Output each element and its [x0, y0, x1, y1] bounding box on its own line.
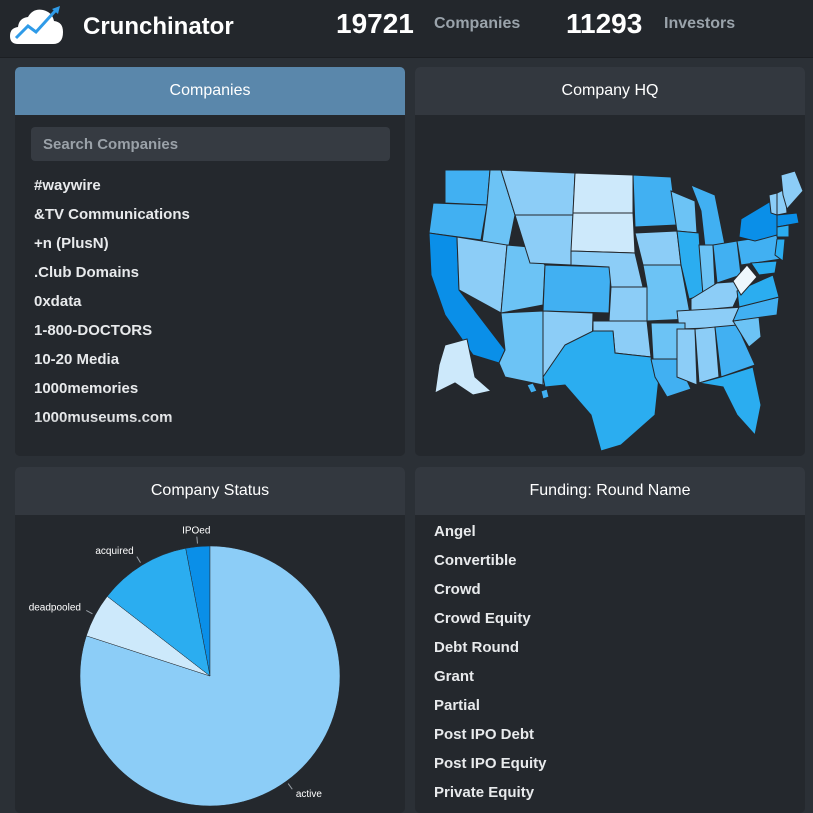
pie-label-leader [136, 556, 141, 563]
funding-round-item[interactable]: Post IPO Debt [434, 720, 547, 749]
company-hq-panel-title: Company HQ [415, 67, 805, 115]
state-alabama[interactable] [694, 326, 720, 384]
list-fade [15, 416, 405, 456]
funding-round-item[interactable]: Angel [434, 517, 547, 546]
pie-label-ipoed: IPOed [182, 525, 210, 536]
funding-round-item[interactable]: Crowd [434, 575, 547, 604]
state-washington[interactable] [444, 169, 491, 206]
search-companies-input[interactable] [31, 127, 390, 161]
funding-round-item[interactable]: Crowd Equity [434, 604, 547, 633]
funding-round-item[interactable]: Debt Round [434, 633, 547, 662]
state-wisconsin[interactable] [670, 190, 698, 234]
pie-label-acquired: acquired [95, 546, 133, 557]
funding-round-item[interactable]: Partial [434, 691, 547, 720]
company-list-item[interactable]: 1000memories [34, 374, 190, 403]
pie-label-active: active [296, 789, 323, 800]
company-list-item[interactable]: +n (PlusN) [34, 229, 190, 258]
company-status-panel: Company Status IPOed active deadpooled acqu… [15, 467, 405, 813]
companies-count-label: Companies [434, 15, 521, 32]
state-colorado[interactable] [542, 264, 612, 314]
funding-round-panel-title: Funding: Round Name [415, 467, 805, 515]
state-arizona[interactable] [498, 310, 544, 386]
investors-count: 11293 [566, 8, 643, 39]
state-minnesota[interactable] [632, 174, 678, 228]
app-header: Crunchinator 19721 Companies 11293 Inves… [0, 0, 813, 58]
company-list-item[interactable]: #waywire [34, 171, 190, 200]
companies-panel-title[interactable]: Companies [15, 67, 405, 115]
state-mississippi[interactable] [676, 328, 698, 386]
state-south-dakota[interactable] [570, 212, 636, 254]
pie-label-leader [196, 536, 198, 544]
company-list-item[interactable]: 1-800-DOCTORS [34, 316, 190, 345]
state-maryland[interactable] [750, 260, 778, 276]
company-status-pie-chart: IPOed active deadpooled acquired [29, 525, 341, 807]
company-list-item[interactable]: .Club Domains [34, 258, 190, 287]
pie-label-deadpooled: deadpooled [29, 602, 81, 613]
state-hawaii-island[interactable] [540, 388, 550, 400]
state-kansas[interactable] [608, 286, 648, 322]
state-connecticut[interactable] [776, 224, 790, 238]
companies-count: 19721 [336, 8, 414, 39]
company-list-item[interactable]: &TV Communications [34, 200, 190, 229]
funding-round-item[interactable]: Private Equity [434, 778, 547, 807]
investors-count-label: Investors [664, 15, 736, 32]
funding-round-panel: Funding: Round Name Angel Convertible Crow… [415, 467, 805, 813]
funding-round-item[interactable]: Grant [434, 662, 547, 691]
companies-panel: Companies #waywire&TV Communications+n (… [15, 67, 405, 456]
state-hawaii[interactable] [526, 382, 538, 394]
funding-round-item[interactable]: Convertible [434, 546, 547, 575]
us-map [428, 169, 804, 452]
company-hq-panel: Company HQ [415, 67, 805, 456]
pie-label-leader [287, 783, 293, 790]
state-iowa[interactable] [634, 230, 682, 266]
app-title: Crunchinator [83, 13, 234, 40]
cloud-chart-logo-icon[interactable] [8, 4, 66, 48]
funding-round-item[interactable]: Post IPO Equity [434, 749, 547, 778]
company-list-item[interactable]: 10-20 Media [34, 345, 190, 374]
companies-list: #waywire &TV Communications +n (PlusN) .Clu… [34, 171, 190, 432]
company-status-panel-title: Company Status [15, 467, 405, 515]
pie-label-leader [86, 610, 93, 615]
company-list-item[interactable]: 0xdata [34, 287, 190, 316]
funding-round-list: Angel Convertible Crowd Crowd Equity Debt Ro… [434, 517, 547, 807]
state-north-dakota[interactable] [572, 172, 634, 214]
